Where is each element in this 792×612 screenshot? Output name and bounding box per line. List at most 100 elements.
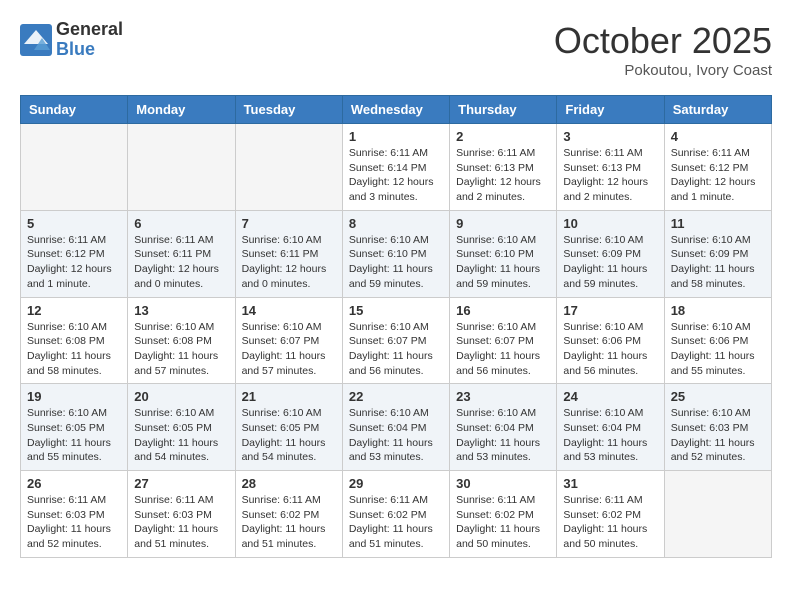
calendar-cell: 6 Sunrise: 6:11 AM Sunset: 6:11 PM Daylig… — [128, 210, 235, 297]
day-info: Sunrise: 6:11 AM Sunset: 6:03 PM Dayligh… — [134, 493, 228, 552]
day-number: 20 — [134, 389, 228, 404]
day-number: 5 — [27, 216, 121, 231]
day-number: 29 — [349, 476, 443, 491]
calendar-cell: 10 Sunrise: 6:10 AM Sunset: 6:09 PM Dayli… — [557, 210, 664, 297]
weekday-header-tuesday: Tuesday — [235, 96, 342, 124]
day-info: Sunrise: 6:10 AM Sunset: 6:07 PM Dayligh… — [349, 320, 443, 379]
day-info: Sunrise: 6:10 AM Sunset: 6:04 PM Dayligh… — [456, 406, 550, 465]
day-number: 23 — [456, 389, 550, 404]
logo-general: General — [56, 20, 123, 40]
day-number: 25 — [671, 389, 765, 404]
logo-text: General Blue — [56, 20, 123, 60]
day-info: Sunrise: 6:11 AM Sunset: 6:13 PM Dayligh… — [456, 146, 550, 205]
calendar-cell: 22 Sunrise: 6:10 AM Sunset: 6:04 PM Dayli… — [342, 384, 449, 471]
weekday-header-thursday: Thursday — [450, 96, 557, 124]
weekday-header-saturday: Saturday — [664, 96, 771, 124]
calendar-cell: 26 Sunrise: 6:11 AM Sunset: 6:03 PM Dayli… — [21, 471, 128, 558]
day-number: 13 — [134, 303, 228, 318]
calendar: SundayMondayTuesdayWednesdayThursdayFrid… — [20, 95, 772, 558]
calendar-week-row: 5 Sunrise: 6:11 AM Sunset: 6:12 PM Daylig… — [21, 210, 772, 297]
calendar-cell: 12Sunrise: 6:10 AM Sunset: 6:08 PM Dayli… — [21, 297, 128, 384]
day-info: Sunrise: 6:10 AM Sunset: 6:05 PM Dayligh… — [134, 406, 228, 465]
day-number: 6 — [134, 216, 228, 231]
calendar-week-row: 12Sunrise: 6:10 AM Sunset: 6:08 PM Dayli… — [21, 297, 772, 384]
location: Pokoutou, Ivory Coast — [554, 62, 772, 79]
day-info: Sunrise: 6:11 AM Sunset: 6:11 PM Dayligh… — [134, 233, 228, 292]
day-number: 17 — [563, 303, 657, 318]
day-number: 11 — [671, 216, 765, 231]
calendar-cell: 30 Sunrise: 6:11 AM Sunset: 6:02 PM Dayli… — [450, 471, 557, 558]
day-number: 7 — [242, 216, 336, 231]
calendar-cell: 18 Sunrise: 6:10 AM Sunset: 6:06 PM Dayli… — [664, 297, 771, 384]
day-info: Sunrise: 6:11 AM Sunset: 6:03 PM Dayligh… — [27, 493, 121, 552]
day-info: Sunrise: 6:10 AM Sunset: 6:06 PM Dayligh… — [563, 320, 657, 379]
calendar-week-row: 26 Sunrise: 6:11 AM Sunset: 6:03 PM Dayli… — [21, 471, 772, 558]
day-number: 19 — [27, 389, 121, 404]
day-info: Sunrise: 6:10 AM Sunset: 6:09 PM Dayligh… — [671, 233, 765, 292]
day-number: 2 — [456, 129, 550, 144]
day-number: 15 — [349, 303, 443, 318]
day-info: Sunrise: 6:10 AM Sunset: 6:06 PM Dayligh… — [671, 320, 765, 379]
day-number: 22 — [349, 389, 443, 404]
day-number: 8 — [349, 216, 443, 231]
calendar-cell: 7Sunrise: 6:10 AM Sunset: 6:11 PM Daylig… — [235, 210, 342, 297]
day-number: 3 — [563, 129, 657, 144]
day-info: Sunrise: 6:11 AM Sunset: 6:02 PM Dayligh… — [563, 493, 657, 552]
calendar-cell: 28Sunrise: 6:11 AM Sunset: 6:02 PM Dayli… — [235, 471, 342, 558]
day-info: Sunrise: 6:11 AM Sunset: 6:13 PM Dayligh… — [563, 146, 657, 205]
weekday-header-friday: Friday — [557, 96, 664, 124]
calendar-cell: 27 Sunrise: 6:11 AM Sunset: 6:03 PM Dayli… — [128, 471, 235, 558]
weekday-header-sunday: Sunday — [21, 96, 128, 124]
calendar-cell: 17 Sunrise: 6:10 AM Sunset: 6:06 PM Dayli… — [557, 297, 664, 384]
day-info: Sunrise: 6:10 AM Sunset: 6:05 PM Dayligh… — [27, 406, 121, 465]
calendar-cell: 20 Sunrise: 6:10 AM Sunset: 6:05 PM Dayli… — [128, 384, 235, 471]
calendar-cell: 21Sunrise: 6:10 AM Sunset: 6:05 PM Dayli… — [235, 384, 342, 471]
day-number: 16 — [456, 303, 550, 318]
calendar-cell: 13Sunrise: 6:10 AM Sunset: 6:08 PM Dayli… — [128, 297, 235, 384]
calendar-cell: 2 Sunrise: 6:11 AM Sunset: 6:13 PM Daylig… — [450, 124, 557, 211]
day-number: 12 — [27, 303, 121, 318]
weekday-header-row: SundayMondayTuesdayWednesdayThursdayFrid… — [21, 96, 772, 124]
day-info: Sunrise: 6:11 AM Sunset: 6:02 PM Dayligh… — [242, 493, 336, 552]
day-info: Sunrise: 6:11 AM Sunset: 6:02 PM Dayligh… — [349, 493, 443, 552]
calendar-week-row: 19 Sunrise: 6:10 AM Sunset: 6:05 PM Dayli… — [21, 384, 772, 471]
calendar-cell: 5 Sunrise: 6:11 AM Sunset: 6:12 PM Daylig… — [21, 210, 128, 297]
day-number: 18 — [671, 303, 765, 318]
day-info: Sunrise: 6:10 AM Sunset: 6:03 PM Dayligh… — [671, 406, 765, 465]
calendar-cell: 9Sunrise: 6:10 AM Sunset: 6:10 PM Daylig… — [450, 210, 557, 297]
day-number: 24 — [563, 389, 657, 404]
day-number: 21 — [242, 389, 336, 404]
day-number: 30 — [456, 476, 550, 491]
day-info: Sunrise: 6:10 AM Sunset: 6:09 PM Dayligh… — [563, 233, 657, 292]
calendar-cell: 19 Sunrise: 6:10 AM Sunset: 6:05 PM Dayli… — [21, 384, 128, 471]
day-number: 27 — [134, 476, 228, 491]
title-area: October 2025 Pokoutou, Ivory Coast — [554, 20, 772, 79]
day-info: Sunrise: 6:10 AM Sunset: 6:07 PM Dayligh… — [242, 320, 336, 379]
day-info: Sunrise: 6:10 AM Sunset: 6:07 PM Dayligh… — [456, 320, 550, 379]
calendar-cell — [235, 124, 342, 211]
calendar-cell: 4Sunrise: 6:11 AM Sunset: 6:12 PM Daylig… — [664, 124, 771, 211]
weekday-header-monday: Monday — [128, 96, 235, 124]
calendar-cell: 3 Sunrise: 6:11 AM Sunset: 6:13 PM Daylig… — [557, 124, 664, 211]
calendar-cell: 24Sunrise: 6:10 AM Sunset: 6:04 PM Dayli… — [557, 384, 664, 471]
day-number: 1 — [349, 129, 443, 144]
calendar-cell: 23 Sunrise: 6:10 AM Sunset: 6:04 PM Dayli… — [450, 384, 557, 471]
day-number: 26 — [27, 476, 121, 491]
calendar-cell — [21, 124, 128, 211]
day-number: 31 — [563, 476, 657, 491]
day-info: Sunrise: 6:11 AM Sunset: 6:02 PM Dayligh… — [456, 493, 550, 552]
day-info: Sunrise: 6:11 AM Sunset: 6:12 PM Dayligh… — [27, 233, 121, 292]
day-number: 9 — [456, 216, 550, 231]
calendar-cell: 25 Sunrise: 6:10 AM Sunset: 6:03 PM Dayli… — [664, 384, 771, 471]
logo-icon — [20, 24, 52, 56]
day-info: Sunrise: 6:10 AM Sunset: 6:04 PM Dayligh… — [349, 406, 443, 465]
calendar-cell: 11 Sunrise: 6:10 AM Sunset: 6:09 PM Dayli… — [664, 210, 771, 297]
day-number: 10 — [563, 216, 657, 231]
day-info: Sunrise: 6:10 AM Sunset: 6:10 PM Dayligh… — [349, 233, 443, 292]
header: General Blue October 2025 Pokoutou, Ivor… — [20, 20, 772, 79]
day-info: Sunrise: 6:11 AM Sunset: 6:12 PM Dayligh… — [671, 146, 765, 205]
day-number: 14 — [242, 303, 336, 318]
calendar-cell: 1Sunrise: 6:11 AM Sunset: 6:14 PM Daylig… — [342, 124, 449, 211]
logo-blue: Blue — [56, 40, 123, 60]
logo: General Blue — [20, 20, 123, 60]
